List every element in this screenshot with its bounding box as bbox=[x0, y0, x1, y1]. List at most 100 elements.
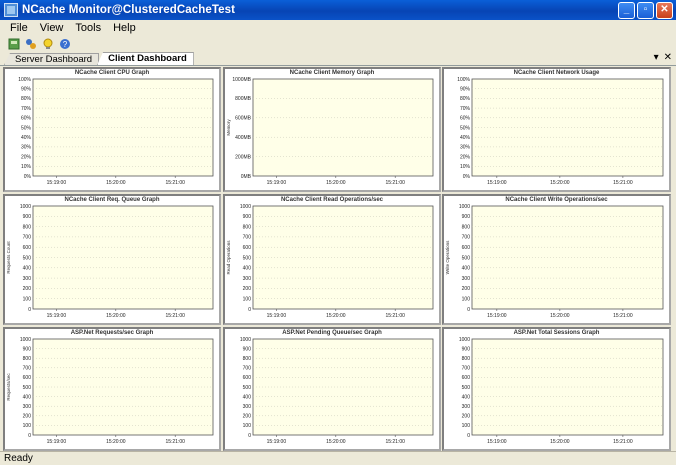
y-tick-label: 90% bbox=[460, 87, 471, 93]
graph-chart: 100% 90% 80% 70% 60% 50% 40% 30% 20% 10% 0% 15:19:0… bbox=[18, 77, 214, 186]
graph-panel: 1000 900 800 700 600 500 400 300 200 100 0 15:19:00… bbox=[442, 194, 671, 325]
y-tick-label: 600 bbox=[243, 245, 252, 251]
tab-server-dashboard[interactable]: Server Dashboard bbox=[4, 53, 100, 65]
graph-title: ASP.Net Total Sessions Graph bbox=[513, 330, 600, 336]
y-tick-label: 200 bbox=[23, 414, 32, 420]
y-tick-label: 200 bbox=[243, 286, 252, 292]
y-tick-label: 700 bbox=[462, 235, 471, 241]
cluster-icon[interactable] bbox=[25, 38, 37, 50]
y-tick-label: 600 bbox=[243, 375, 252, 381]
y-tick-label: 300 bbox=[243, 276, 252, 282]
y-tick-label: 900 bbox=[462, 346, 471, 352]
app-icon bbox=[4, 3, 18, 17]
y-tick-label: 10% bbox=[460, 164, 471, 170]
x-tick-label: 15:19:00 bbox=[47, 313, 67, 319]
tab-strip: Server Dashboard Client Dashboard ▾ ✕ bbox=[0, 52, 676, 66]
y-tick-label: 700 bbox=[243, 366, 252, 372]
title-bar: NCache Monitor@ClusteredCacheTest _ ▫ ✕ bbox=[0, 0, 676, 20]
y-tick-label: 20% bbox=[460, 154, 471, 160]
x-tick-label: 15:21:00 bbox=[165, 180, 185, 186]
x-tick-label: 15:21:00 bbox=[165, 313, 185, 319]
y-tick-label: 900 bbox=[462, 214, 471, 220]
x-tick-label: 15:19:00 bbox=[267, 180, 287, 186]
graph-panel: 1000 900 800 700 600 500 400 300 200 100 0 15:19:00… bbox=[3, 194, 221, 325]
x-tick-label: 15:21:00 bbox=[613, 313, 633, 319]
y-tick-label: 900 bbox=[243, 214, 252, 220]
menu-help[interactable]: Help bbox=[107, 22, 142, 34]
y-tick-label: 800 bbox=[462, 224, 471, 230]
x-tick-label: 15:20:00 bbox=[326, 313, 346, 319]
y-tick-label: 700 bbox=[23, 235, 32, 241]
y-tick-label: 400 bbox=[462, 394, 471, 400]
lightbulb-icon[interactable] bbox=[42, 38, 54, 50]
y-tick-label: 10% bbox=[21, 164, 32, 170]
x-tick-label: 15:20:00 bbox=[326, 180, 346, 186]
y-tick-label: 100 bbox=[462, 423, 471, 429]
y-tick-label: 700 bbox=[462, 366, 471, 372]
y-tick-label: 100% bbox=[18, 77, 31, 83]
y-tick-label: 0 bbox=[467, 307, 470, 313]
menu-view[interactable]: View bbox=[34, 22, 70, 34]
tab-list-dropdown-icon[interactable]: ▾ bbox=[654, 52, 659, 63]
y-tick-label: 50% bbox=[460, 125, 471, 131]
graph-panel: 1000 900 800 700 600 500 400 300 200 100 0 15:19:00… bbox=[442, 327, 671, 451]
y-tick-label: 800 bbox=[243, 224, 252, 230]
y-tick-label: 200 bbox=[243, 414, 252, 420]
y-tick-label: 100% bbox=[457, 77, 470, 83]
svg-text:?: ? bbox=[63, 40, 68, 49]
graph-chart: 1000900800700600500400300200100015:19:00… bbox=[6, 204, 214, 319]
x-tick-label: 15:19:00 bbox=[487, 313, 507, 319]
minimize-button[interactable]: _ bbox=[618, 1, 635, 19]
y-tick-label: 100 bbox=[243, 423, 252, 429]
tab-client-dashboard[interactable]: Client Dashboard bbox=[97, 52, 194, 65]
x-tick-label: 15:21:00 bbox=[613, 180, 633, 186]
close-button[interactable]: ✕ bbox=[656, 1, 673, 19]
y-tick-label: 800MB bbox=[235, 96, 252, 102]
y-tick-label: 700 bbox=[23, 366, 32, 372]
client-dashboard-graphs: 100% 90% 80% 70% 60% 50% 40% 30% 20% 10% 0% 15:19:0… bbox=[3, 67, 671, 451]
toolbar: ? bbox=[0, 36, 676, 52]
y-tick-label: 1000 bbox=[240, 337, 251, 343]
graph-chart: 1000900800700600500400300200100015:19:00… bbox=[226, 204, 434, 319]
status-bar: Ready bbox=[0, 451, 676, 465]
y-tick-label: 0 bbox=[28, 433, 31, 439]
y-axis-label: Requests/sec bbox=[6, 373, 11, 401]
y-tick-label: 40% bbox=[21, 135, 32, 141]
y-tick-label: 500 bbox=[23, 385, 32, 391]
y-axis-label: Read Operations bbox=[226, 240, 231, 275]
graph-panel: 1000 900 800 700 600 500 400 300 200 100 0 15:19:00… bbox=[223, 327, 441, 451]
graph-chart: 1000900800700600500400300200100015:19:00… bbox=[459, 337, 664, 445]
graph-title: ASP.Net Requests/sec Graph bbox=[70, 330, 154, 336]
x-tick-label: 15:20:00 bbox=[550, 439, 570, 445]
y-tick-label: 1000 bbox=[240, 204, 251, 210]
y-tick-label: 800 bbox=[23, 224, 32, 230]
menu-file[interactable]: File bbox=[4, 22, 34, 34]
y-tick-label: 400 bbox=[243, 394, 252, 400]
y-tick-label: 300 bbox=[462, 276, 471, 282]
graph-panel: 1000MB 800MB 600MB 400MB 200MB 0MB 15:19:00 15:… bbox=[223, 67, 441, 192]
y-tick-label: 300 bbox=[23, 276, 32, 282]
help-icon[interactable]: ? bbox=[59, 38, 71, 50]
maximize-button[interactable]: ▫ bbox=[637, 1, 654, 19]
graph-title: NCache Client Read Operations/sec bbox=[280, 197, 384, 203]
x-tick-label: 15:21:00 bbox=[165, 439, 185, 445]
y-tick-label: 500 bbox=[462, 255, 471, 261]
y-tick-label: 100 bbox=[462, 297, 471, 303]
y-tick-label: 0% bbox=[463, 174, 471, 180]
graph-panel: 1000 900 800 700 600 500 400 300 200 100 0 15:19:00… bbox=[3, 327, 221, 451]
y-tick-label: 0% bbox=[24, 174, 32, 180]
tab-close-icon[interactable]: ✕ bbox=[664, 52, 672, 63]
x-tick-label: 15:19:00 bbox=[47, 180, 67, 186]
menu-tools[interactable]: Tools bbox=[69, 22, 107, 34]
y-tick-label: 400 bbox=[23, 394, 32, 400]
graph-chart: 1000900800700600500400300200100015:19:00… bbox=[6, 337, 214, 445]
x-tick-label: 15:19:00 bbox=[267, 313, 287, 319]
y-tick-label: 1000 bbox=[20, 204, 31, 210]
y-tick-label: 200 bbox=[462, 414, 471, 420]
status-text: Ready bbox=[4, 453, 33, 464]
y-tick-label: 0 bbox=[28, 307, 31, 313]
graph-chart: 1000900800700600500400300200100015:19:00… bbox=[445, 204, 664, 319]
connect-icon[interactable] bbox=[8, 38, 20, 50]
y-tick-label: 400 bbox=[23, 266, 32, 272]
y-tick-label: 1000MB bbox=[232, 77, 251, 83]
